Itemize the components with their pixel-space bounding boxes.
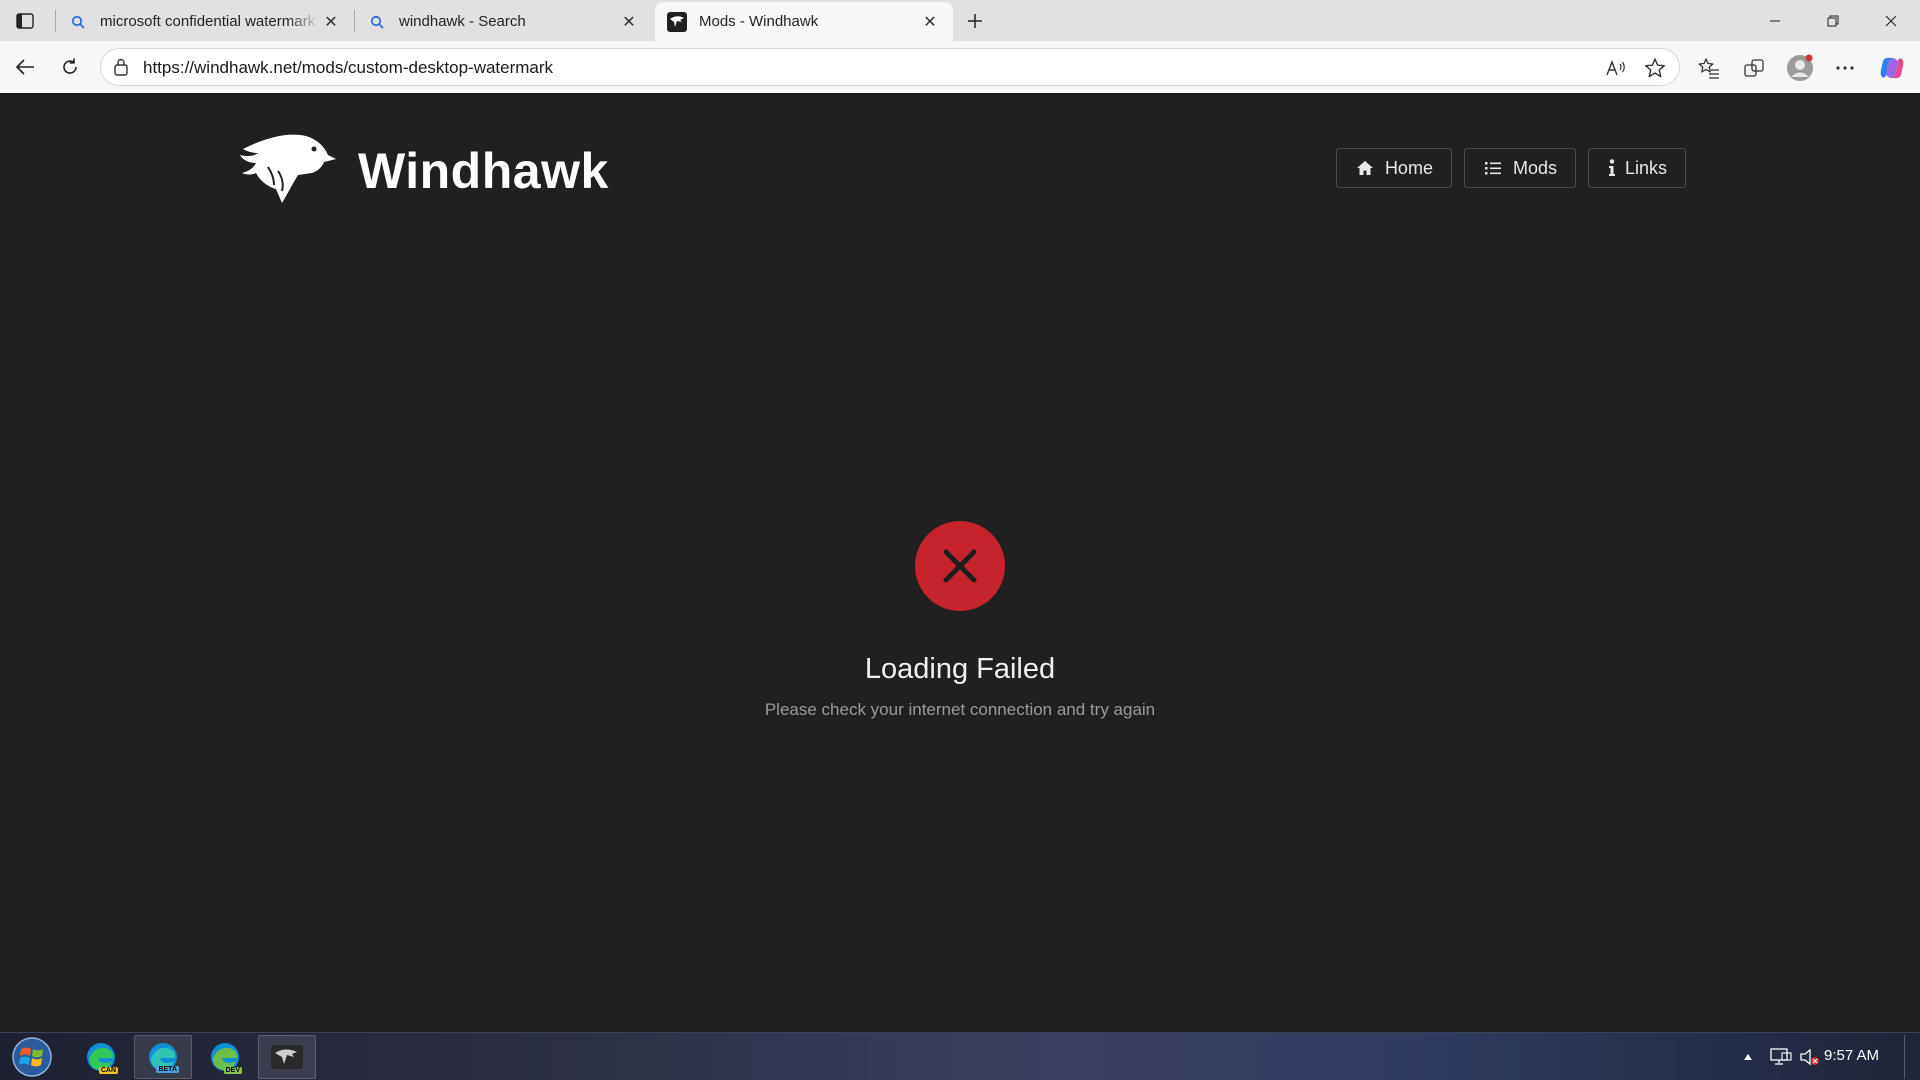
- nav-mods-label: Mods: [1512, 157, 1557, 178]
- restore-icon: [1827, 15, 1839, 26]
- close-icon: [1885, 15, 1897, 26]
- network-icon: [1770, 1048, 1792, 1065]
- tab-3[interactable]: Mods - Windhawk ✕: [655, 2, 953, 41]
- search-icon: [68, 12, 88, 32]
- site-nav: Home Mods Links: [1335, 148, 1686, 188]
- taskbar-clock[interactable]: 9:57 AM: [1824, 1047, 1879, 1064]
- network-tray-button[interactable]: [1768, 1033, 1794, 1080]
- web-page: Windhawk Home Mods Links Loading Failed …: [5, 93, 1915, 1027]
- tab-actions-button[interactable]: [10, 8, 40, 34]
- taskbar-app-edge-dev[interactable]: DEV: [196, 1035, 254, 1079]
- collections-button[interactable]: [1739, 53, 1769, 83]
- restore-button[interactable]: [1804, 0, 1862, 41]
- taskbar: CAN BETA DEV 9:57 AM: [0, 1032, 1920, 1080]
- list-icon: [1483, 158, 1503, 178]
- badge-beta: BETA: [156, 1066, 179, 1073]
- more-dots-icon: [1836, 66, 1854, 70]
- taskbar-app-edge-beta[interactable]: BETA: [134, 1035, 192, 1079]
- tab-1[interactable]: microsoft confidential watermark ✕: [56, 2, 354, 41]
- error-title: Loading Failed: [864, 653, 1056, 685]
- windhawk-favicon-icon: [667, 11, 687, 32]
- collections-icon: [1744, 59, 1764, 77]
- error-icon: [915, 521, 1005, 611]
- site-logo[interactable]: Windhawk: [238, 131, 638, 211]
- badge-dev: DEV: [223, 1067, 242, 1074]
- copilot-icon: [1880, 57, 1904, 79]
- minimize-icon: [1770, 20, 1780, 21]
- browser-toolbar: https://windhawk.net/mods/custom-desktop…: [0, 41, 1920, 93]
- volume-muted-icon: [1800, 1048, 1819, 1066]
- url-text[interactable]: https://windhawk.net/mods/custom-desktop…: [143, 58, 553, 78]
- back-arrow-icon: [15, 59, 34, 75]
- plus-icon: [968, 14, 982, 28]
- taskbar-app-windhawk[interactable]: [258, 1035, 316, 1079]
- new-tab-button[interactable]: [960, 6, 990, 36]
- minimize-button[interactable]: [1746, 0, 1804, 41]
- volume-tray-button[interactable]: [1798, 1033, 1822, 1080]
- show-desktop-button[interactable]: [1904, 1035, 1918, 1079]
- site-name: Windhawk: [358, 143, 609, 199]
- nav-home-label: Home: [1384, 157, 1433, 178]
- home-icon: [1355, 158, 1375, 178]
- refresh-icon: [63, 58, 77, 74]
- address-bar[interactable]: https://windhawk.net/mods/custom-desktop…: [100, 48, 1680, 86]
- nav-links-label: Links: [1624, 157, 1667, 178]
- taskbar-app-edge-canary[interactable]: CAN: [72, 1035, 130, 1079]
- back-button[interactable]: [9, 51, 41, 83]
- tab-strip: microsoft confidential watermark ✕ windh…: [0, 0, 1920, 41]
- close-tab-icon[interactable]: ✕: [320, 11, 342, 33]
- nav-mods-button[interactable]: Mods: [1463, 148, 1576, 188]
- favorites-button[interactable]: [1694, 53, 1724, 83]
- close-window-button[interactable]: [1862, 0, 1920, 41]
- chevron-up-icon: [1744, 1054, 1752, 1060]
- badge-can: CAN: [98, 1067, 118, 1074]
- profile-button[interactable]: [1785, 53, 1815, 83]
- nav-links-button[interactable]: Links: [1587, 148, 1686, 188]
- nav-home-button[interactable]: Home: [1335, 148, 1452, 188]
- tab-2[interactable]: windhawk - Search ✕: [355, 2, 652, 41]
- site-info-icon[interactable]: [111, 57, 131, 77]
- tab-title: windhawk - Search: [399, 13, 526, 30]
- windows-orb-icon: [12, 1037, 52, 1077]
- search-icon: [367, 12, 387, 32]
- tab-title: microsoft confidential watermark: [100, 13, 316, 30]
- favorites-list-icon: [1698, 58, 1719, 79]
- start-button[interactable]: [8, 1036, 56, 1078]
- vertical-tabs-icon: [16, 13, 34, 29]
- favorite-star-icon[interactable]: [1643, 56, 1667, 80]
- error-message: Please check your internet connection an…: [764, 700, 1156, 719]
- windhawk-logo-icon: [240, 134, 336, 203]
- copilot-button[interactable]: [1877, 53, 1907, 83]
- close-tab-icon[interactable]: ✕: [919, 11, 941, 33]
- windhawk-app-icon: [271, 1045, 303, 1069]
- close-tab-icon[interactable]: ✕: [618, 11, 640, 33]
- tab-title: Mods - Windhawk: [699, 13, 819, 30]
- avatar-icon: [1787, 54, 1813, 81]
- show-hidden-icons-button[interactable]: [1738, 1033, 1758, 1080]
- info-icon: [1607, 158, 1617, 178]
- settings-more-button[interactable]: [1830, 53, 1860, 83]
- read-aloud-icon[interactable]: [1604, 56, 1628, 80]
- refresh-button[interactable]: [54, 51, 86, 83]
